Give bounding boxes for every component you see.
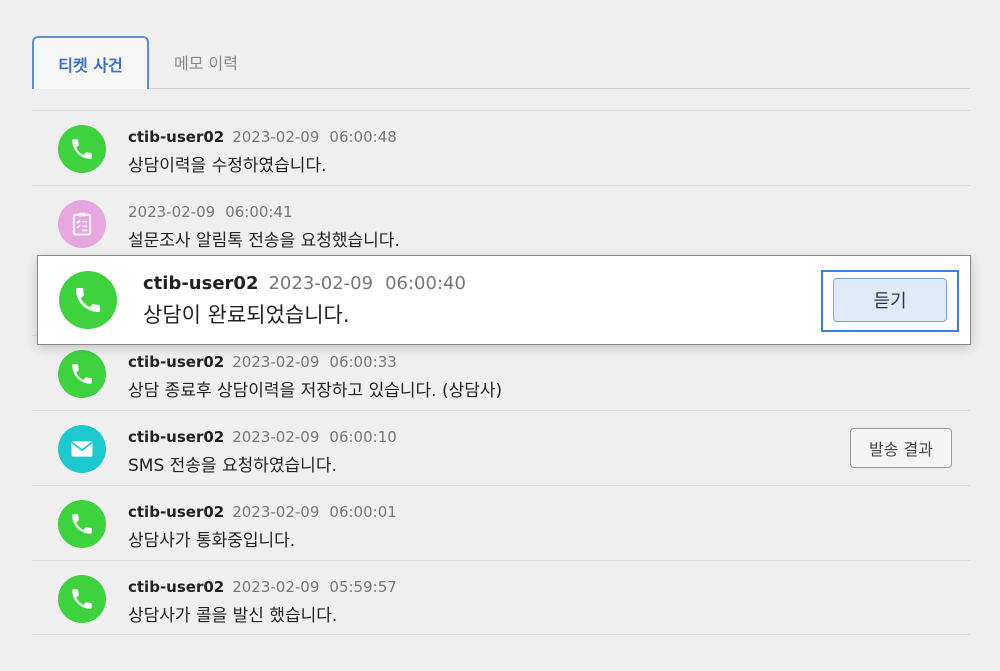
item-time: 06:00:01 bbox=[329, 503, 397, 521]
item-message: 상담사가 콜을 발신 했습니다. bbox=[128, 606, 338, 626]
card-message: 상담이 완료되었습니다. bbox=[143, 303, 350, 327]
mail-icon bbox=[58, 425, 106, 473]
item-user: ctib-user02 bbox=[128, 578, 225, 596]
item-date: 2023-02-09 bbox=[232, 503, 320, 521]
item-time: 06:00:10 bbox=[329, 428, 397, 446]
item-meta: 2023-02-09 06:00:41 bbox=[128, 203, 293, 221]
list-item[interactable]: ctib-user02 2023-02-09 06:00:33 상담 종료후 상담이… bbox=[32, 335, 970, 410]
tab-bar: 티켓 사건 메모 이력 bbox=[32, 36, 970, 89]
send-result-button[interactable]: 발송 결과 bbox=[850, 428, 952, 468]
card-date: 2023-02-09 bbox=[268, 273, 374, 294]
item-meta: ctib-user02 2023-02-09 06:00:33 bbox=[128, 353, 397, 371]
item-time: 06:00:33 bbox=[329, 353, 397, 371]
listen-button[interactable]: 듣기 bbox=[833, 278, 947, 322]
item-meta: ctib-user02 2023-02-09 06:00:01 bbox=[128, 503, 397, 521]
item-date: 2023-02-09 bbox=[232, 428, 320, 446]
phone-icon bbox=[58, 575, 106, 623]
item-time: 05:59:57 bbox=[329, 578, 397, 596]
list-item[interactable]: ctib-user02 2023-02-09 05:59:57 상담사가 콜을 발신… bbox=[32, 560, 970, 635]
item-user: ctib-user02 bbox=[128, 353, 225, 371]
item-meta: ctib-user02 2023-02-09 06:00:10 bbox=[128, 428, 397, 446]
ticket-history-panel: 티켓 사건 메모 이력 ctib-user02 2023-02-09 06:00:4… bbox=[0, 0, 1000, 671]
item-message: 상담사가 통화중입니다. bbox=[128, 531, 296, 551]
item-message: 설문조사 알림톡 전송을 요청했습니다. bbox=[128, 231, 400, 251]
list-item[interactable]: ctib-user02 2023-02-09 06:00:48 상담이력을 수정하였… bbox=[32, 110, 970, 185]
item-meta: ctib-user02 2023-02-09 06:00:48 bbox=[128, 128, 397, 146]
tab-ticket-events[interactable]: 티켓 사건 bbox=[32, 36, 149, 89]
card-time: 06:00:40 bbox=[385, 273, 466, 294]
item-time: 06:00:41 bbox=[225, 203, 293, 221]
list-item[interactable]: ctib-user02 2023-02-09 06:00:10 SMS 전송을 요청… bbox=[32, 410, 970, 485]
item-message: 상담 종료후 상담이력을 저장하고 있습니다. (상담사) bbox=[128, 381, 503, 401]
item-message: 상담이력을 수정하였습니다. bbox=[128, 156, 327, 176]
card-meta: ctib-user02 2023-02-09 06:00:40 bbox=[143, 273, 466, 294]
phone-icon bbox=[59, 271, 117, 329]
item-meta: ctib-user02 2023-02-09 05:59:57 bbox=[128, 578, 397, 596]
item-date: 2023-02-09 bbox=[232, 353, 320, 371]
item-message: SMS 전송을 요청하였습니다. bbox=[128, 456, 337, 476]
item-time: 06:00:48 bbox=[329, 128, 397, 146]
item-date: 2023-02-09 bbox=[128, 203, 216, 221]
tab-memo-history[interactable]: 메모 이력 bbox=[156, 36, 256, 88]
list-item[interactable]: ctib-user02 2023-02-09 06:00:01 상담사가 통화중입니… bbox=[32, 485, 970, 560]
item-user: ctib-user02 bbox=[128, 428, 225, 446]
listen-button-focus-ring: 듣기 bbox=[821, 270, 959, 332]
highlighted-event-card[interactable]: ctib-user02 2023-02-09 06:00:40 상담이 완료되었습니… bbox=[37, 255, 971, 345]
phone-icon bbox=[58, 350, 106, 398]
item-user: ctib-user02 bbox=[128, 503, 225, 521]
card-user: ctib-user02 bbox=[143, 273, 259, 294]
list-item[interactable]: 2023-02-09 06:00:41 설문조사 알림톡 전송을 요청했습니다. bbox=[32, 185, 970, 260]
phone-icon bbox=[58, 500, 106, 548]
item-date: 2023-02-09 bbox=[232, 128, 320, 146]
item-user: ctib-user02 bbox=[128, 128, 225, 146]
item-date: 2023-02-09 bbox=[232, 578, 320, 596]
clipboard-icon bbox=[58, 200, 106, 248]
phone-icon bbox=[58, 125, 106, 173]
